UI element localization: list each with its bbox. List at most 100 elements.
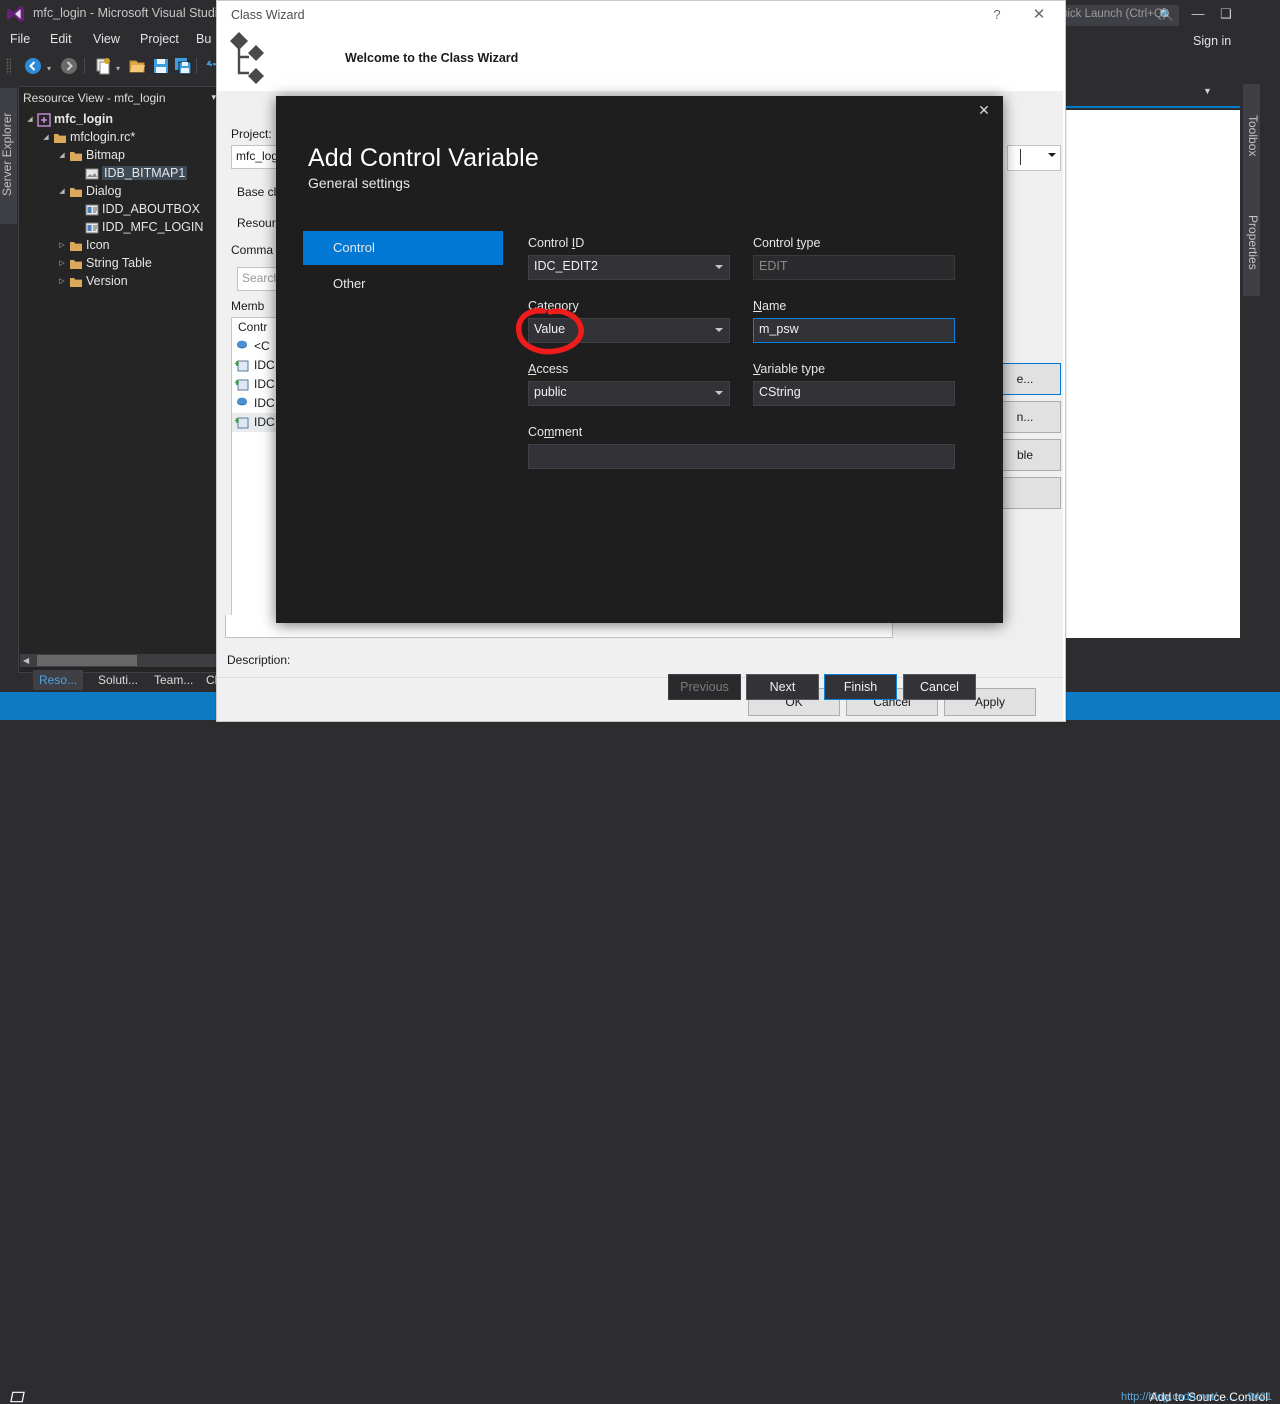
name-value: m_psw [759, 322, 799, 336]
back-dropdown-caret[interactable]: ▾ [47, 64, 51, 73]
variable-type-value: CString [759, 385, 801, 399]
category-combo[interactable]: Value [528, 318, 730, 343]
tree-expander[interactable]: ◢ [57, 151, 67, 159]
save-icon[interactable] [152, 57, 170, 75]
tree-item-label: String Table [86, 256, 152, 270]
scrollbar-thumb[interactable] [37, 655, 137, 666]
tree-item-string-table[interactable]: ▷ String Table [19, 255, 224, 273]
comment-input[interactable] [528, 444, 955, 469]
name-input[interactable]: m_psw [753, 318, 955, 343]
tree-item-idb-bitmap1[interactable]: IDB_BITMAP1 [19, 165, 224, 183]
close-icon[interactable]: ✕ [1029, 5, 1049, 23]
access-combo[interactable]: public [528, 381, 730, 406]
menu-file[interactable]: File [10, 32, 30, 46]
control-type-field: EDIT [753, 255, 955, 280]
class-wizard-banner [217, 27, 1063, 91]
editor-tab-overflow-caret[interactable]: ▼ [1203, 86, 1212, 96]
message-type-combo[interactable] [1007, 145, 1061, 171]
close-icon[interactable]: ✕ [973, 100, 995, 120]
menu-project[interactable]: Project [140, 32, 179, 46]
resource-tree[interactable]: ◢ mfc_login ◢ mfclogin.rc* ◢ Bitmap IDB_BITMAP… [19, 111, 224, 291]
member-list-item-label: IDC [254, 396, 275, 410]
tree-item-dialog[interactable]: ◢ Dialog [19, 183, 224, 201]
tree-expander[interactable]: ◢ [57, 187, 67, 195]
add-control-variable-dialog: ✕ Add Control Variable General settings … [276, 96, 1003, 700]
toolbar-separator-2 [196, 58, 197, 74]
new-dropdown-caret[interactable]: ▾ [116, 64, 120, 73]
label-name: Name [753, 299, 787, 313]
scroll-left-arrow[interactable]: ◀ [23, 656, 29, 665]
tree-item-mfc-login[interactable]: ◢ mfc_login [19, 111, 224, 129]
chevron-down-icon[interactable] [715, 265, 723, 269]
member-list-item-label: IDC [254, 358, 275, 372]
next-button[interactable]: Next [746, 674, 819, 700]
method-icon [235, 396, 250, 411]
toolbar-grip[interactable] [6, 58, 11, 74]
label-comment: Comment [528, 425, 583, 439]
tree-item-bitmap[interactable]: ◢ Bitmap [19, 147, 224, 165]
ready-icon [10, 1391, 25, 1403]
bottom-tab-team-explorer[interactable]: Team... [148, 670, 199, 690]
tree-item-mfclogin-rc[interactable]: ◢ mfclogin.rc* [19, 129, 224, 147]
label-variable-type: Variable type [753, 362, 826, 376]
navigate-forward-icon[interactable] [60, 57, 78, 75]
tree-expander[interactable]: ◢ [41, 133, 51, 141]
previous-button[interactable]: Previous [668, 674, 741, 700]
bottom-tab-solution-explorer[interactable]: Soluti... [92, 670, 144, 690]
menu-build[interactable]: Bu [196, 32, 211, 46]
quick-launch-placeholder: Quick Launch (Ctrl+Q) [1052, 8, 1167, 20]
tree-item-label: IDD_ABOUTBOX [102, 202, 200, 216]
chevron-down-icon[interactable] [715, 328, 723, 332]
resource-tree-hscrollbar[interactable]: ◀ [20, 654, 220, 667]
maximize-button[interactable]: ❑ [1213, 4, 1239, 24]
dialog-subtitle: General settings [308, 175, 410, 191]
help-icon[interactable]: ? [987, 7, 1007, 22]
tree-expander[interactable]: ▷ [57, 259, 67, 267]
new-project-icon[interactable] [94, 57, 112, 75]
save-all-icon[interactable] [174, 57, 192, 75]
resource-view-header[interactable]: Resource View - mfc_login ▾ [19, 87, 224, 109]
menu-view[interactable]: View [93, 32, 120, 46]
dialog-icon [85, 203, 99, 217]
bottom-tab-resource-view[interactable]: Reso... [33, 670, 84, 690]
visual-studio-logo [7, 6, 24, 22]
class-wizard-welcome: Welcome to the Class Wizard [345, 51, 519, 65]
tree-item-label: mfc_login [54, 112, 114, 126]
open-file-icon[interactable] [128, 57, 146, 75]
chevron-down-icon[interactable] [715, 391, 723, 395]
dock-tab-properties[interactable]: Properties [1243, 182, 1260, 296]
chevron-down-icon[interactable] [1048, 153, 1056, 157]
tree-item-label: Version [86, 274, 128, 288]
finish-button[interactable]: Finish [824, 674, 897, 700]
tree-expander[interactable]: ◢ [25, 115, 35, 123]
tree-item-version[interactable]: ▷ Version [19, 273, 224, 291]
quick-launch-search[interactable]: Quick Launch (Ctrl+Q) 🔍 [1047, 5, 1179, 26]
tree-item-idd-aboutbox[interactable]: IDD_ABOUTBOX [19, 201, 224, 219]
tree-item-idd-mfc-login[interactable]: IDD_MFC_LOGIN [19, 219, 224, 237]
editor-active-tab-underline [1063, 106, 1240, 108]
dock-tab-server-explorer[interactable]: Server Explorer [0, 88, 17, 224]
nav-item-other[interactable]: Other [303, 267, 503, 301]
nav-item-control[interactable]: Control [303, 231, 503, 265]
navigate-back-icon[interactable] [24, 57, 42, 75]
search-icon[interactable]: 🔍 [1159, 8, 1174, 22]
dock-tab-toolbox[interactable]: Toolbox [1243, 84, 1260, 182]
nav-item-control-label: Control [333, 240, 375, 255]
member-list-item-label: IDC [254, 415, 275, 429]
members-column-header-label: Contr [238, 320, 268, 334]
cancel-button-modal[interactable]: Cancel [903, 674, 976, 700]
class-wizard-icon [230, 32, 264, 84]
resource-view-title: Resource View - mfc_login [23, 91, 166, 105]
menu-edit[interactable]: Edit [50, 32, 72, 46]
tree-expander[interactable]: ▷ [57, 277, 67, 285]
tree-item-icon[interactable]: ▷ Icon [19, 237, 224, 255]
sign-in-link[interactable]: Sign in [1193, 34, 1231, 48]
control-id-combo[interactable]: IDC_EDIT2 [528, 255, 730, 280]
tree-expander[interactable]: ▷ [57, 241, 67, 249]
minimize-button[interactable]: — [1185, 4, 1211, 24]
tree-item-label: Icon [86, 238, 110, 252]
folder-icon [69, 149, 83, 163]
variable-type-combo[interactable]: CString [753, 381, 955, 406]
class-wizard-title: Class Wizard [231, 8, 305, 22]
variable-icon [235, 415, 250, 430]
